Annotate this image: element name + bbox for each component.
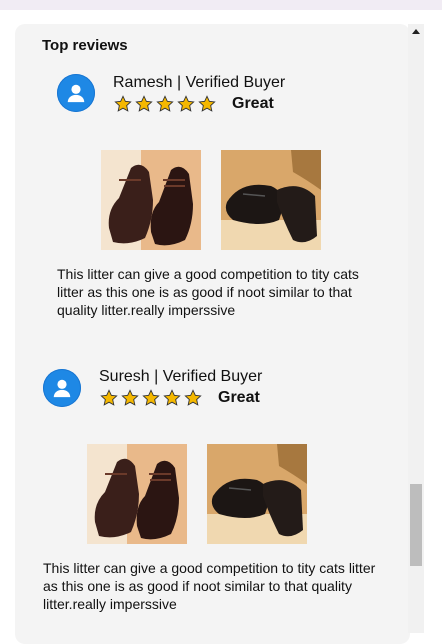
review-image[interactable] bbox=[207, 444, 307, 544]
browser-top-strip bbox=[0, 0, 442, 10]
star-icon bbox=[114, 95, 132, 112]
star-icon bbox=[142, 389, 160, 406]
review-text: This litter can give a good competition … bbox=[43, 560, 376, 612]
star-rating bbox=[114, 95, 216, 113]
reviewer-name: Suresh | Verified Buyer bbox=[99, 368, 263, 385]
star-icon bbox=[163, 389, 181, 406]
star-icon bbox=[177, 95, 195, 112]
star-icon bbox=[156, 95, 174, 112]
star-icon bbox=[100, 389, 118, 406]
oxford-shoes-photo bbox=[87, 444, 187, 544]
review-image[interactable] bbox=[221, 150, 321, 250]
user-icon bbox=[67, 84, 85, 103]
caret-up-icon[interactable] bbox=[412, 29, 420, 34]
star-icon bbox=[184, 389, 202, 406]
avatar bbox=[57, 74, 95, 112]
derby-shoes-photo bbox=[207, 444, 307, 544]
scrollbar-thumb[interactable] bbox=[410, 484, 422, 566]
avatar bbox=[43, 369, 81, 407]
star-icon bbox=[121, 389, 139, 406]
section-title: Top reviews bbox=[42, 37, 128, 54]
review-text: This litter can give a good competition … bbox=[57, 266, 359, 318]
star-rating bbox=[100, 389, 202, 407]
user-icon bbox=[53, 379, 71, 398]
review-image[interactable] bbox=[101, 150, 201, 250]
rating-label: Great bbox=[218, 389, 260, 406]
oxford-shoes-photo bbox=[101, 150, 201, 250]
star-icon bbox=[135, 95, 153, 112]
star-icon bbox=[198, 95, 216, 112]
derby-shoes-photo bbox=[221, 150, 321, 250]
rating-label: Great bbox=[232, 95, 274, 112]
reviews-panel bbox=[15, 24, 410, 644]
reviewer-name: Ramesh | Verified Buyer bbox=[113, 74, 286, 91]
review-image[interactable] bbox=[87, 444, 187, 544]
